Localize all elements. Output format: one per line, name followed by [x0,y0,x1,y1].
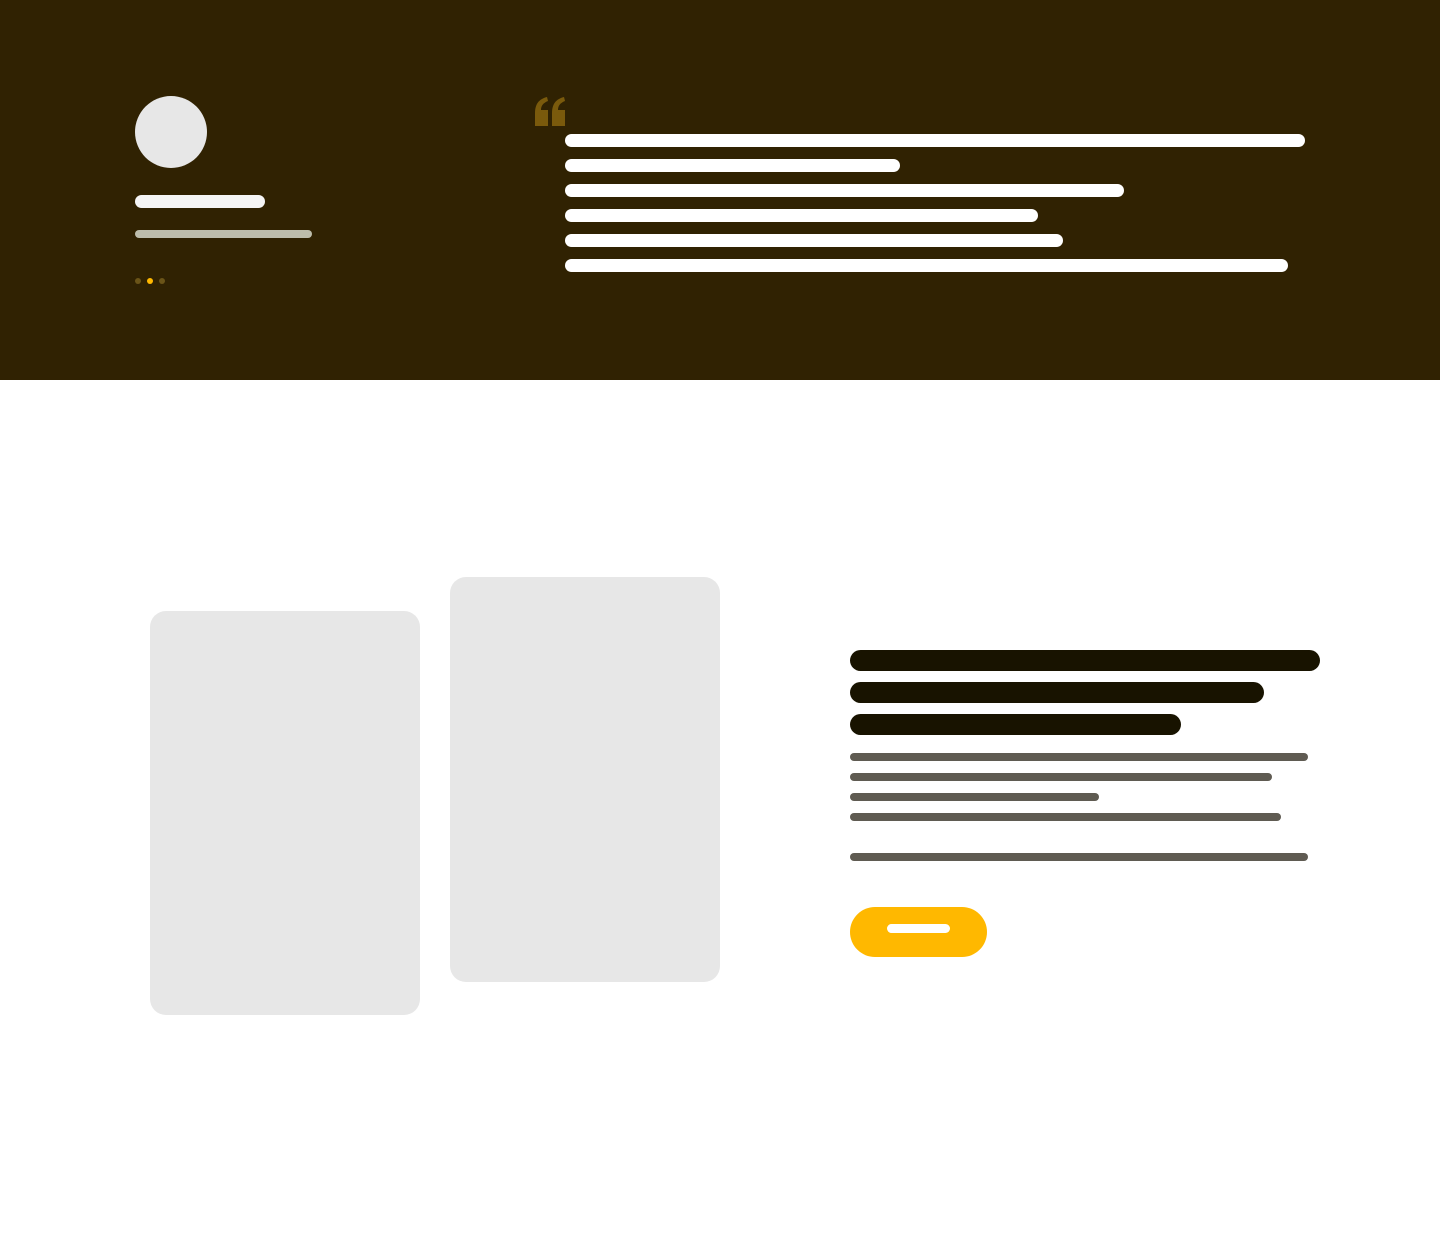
image-card [150,611,420,1015]
carousel-dots [135,278,165,284]
carousel-dot-active[interactable] [147,278,153,284]
author-role [135,230,312,238]
body-line [850,753,1308,761]
heading-line [850,714,1181,735]
body-line [850,813,1281,821]
cta-button[interactable] [850,907,987,957]
body-line [850,793,1099,801]
carousel-dot[interactable] [135,278,141,284]
quote-line [565,234,1063,247]
body-line [850,773,1272,781]
testimonial-section [0,0,1440,380]
image-card [450,577,720,982]
quote-line [565,159,900,172]
heading-line [850,650,1320,671]
quote-line [565,134,1305,147]
body-line [850,853,1308,861]
quote-icon [535,97,565,126]
quote-line [565,209,1038,222]
avatar [135,96,207,168]
author-name [135,195,265,208]
carousel-dot[interactable] [159,278,165,284]
cta-label [887,924,950,933]
heading-line [850,682,1264,703]
quote-line [565,184,1124,197]
quote-line [565,259,1288,272]
